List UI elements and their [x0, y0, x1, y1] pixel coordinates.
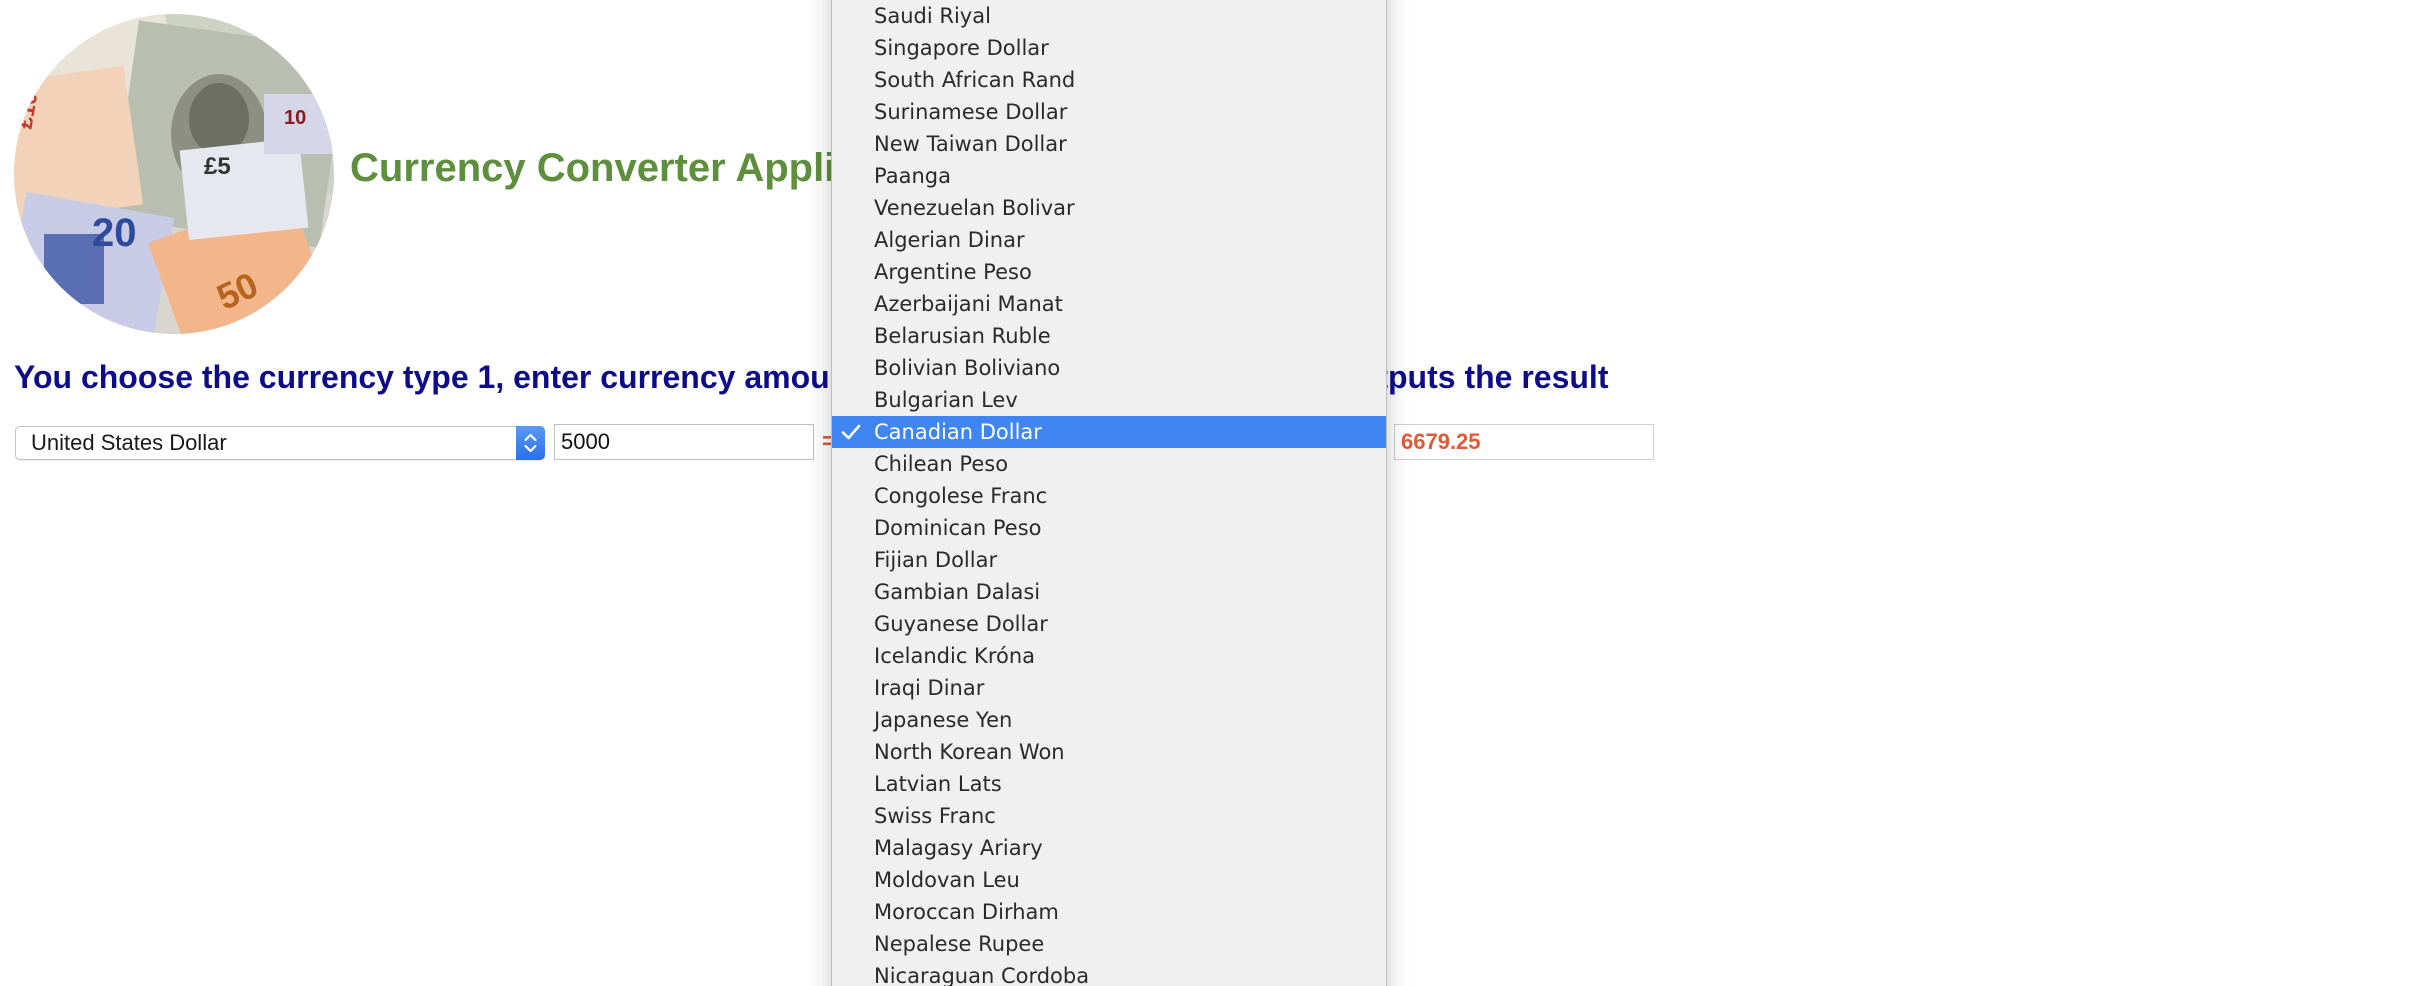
dropdown-option[interactable]: Venezuelan Bolivar	[832, 192, 1386, 224]
dropdown-option[interactable]: Chilean Peso	[832, 448, 1386, 480]
dropdown-option-label: Saudi Riyal	[874, 4, 991, 28]
dropdown-option-label: North Korean Won	[874, 740, 1065, 764]
dropdown-option-label: Moldovan Leu	[874, 868, 1020, 892]
dropdown-option[interactable]: Paanga	[832, 160, 1386, 192]
select-stepper-icon[interactable]	[516, 426, 545, 460]
dropdown-option-label: Malagasy Ariary	[874, 836, 1043, 860]
dropdown-option[interactable]: Singapore Dollar	[832, 32, 1386, 64]
dropdown-option[interactable]: Guyanese Dollar	[832, 608, 1386, 640]
dropdown-option[interactable]: New Taiwan Dollar	[832, 128, 1386, 160]
from-currency-select[interactable]: United States Dollar	[15, 426, 545, 460]
dropdown-option-label: Surinamese Dollar	[874, 100, 1068, 124]
dropdown-option-label: Singapore Dollar	[874, 36, 1049, 60]
from-currency-value: United States Dollar	[31, 430, 227, 455]
dropdown-option[interactable]: Surinamese Dollar	[832, 96, 1386, 128]
dropdown-option[interactable]: Malagasy Ariary	[832, 832, 1386, 864]
dropdown-option-label: Iraqi Dinar	[874, 676, 985, 700]
dropdown-option[interactable]: Dominican Peso	[832, 512, 1386, 544]
logo-note-label-4: 10	[284, 107, 306, 129]
dropdown-option-label: Belarusian Ruble	[874, 324, 1051, 348]
dropdown-option-label: New Taiwan Dollar	[874, 132, 1067, 156]
dropdown-option-label: Azerbaijani Manat	[874, 292, 1063, 316]
logo-note-label-3: £5	[204, 153, 231, 180]
dropdown-option-label: Gambian Dalasi	[874, 580, 1041, 604]
dropdown-option-label: Japanese Yen	[874, 708, 1013, 732]
to-currency-options-list: Romanian LeuSaudi RiyalSingapore DollarS…	[832, 0, 1386, 986]
banknotes-collage-icon: £10 20 £5 10 50	[14, 14, 334, 334]
dropdown-option[interactable]: Fijian Dollar	[832, 544, 1386, 576]
dropdown-option[interactable]: Moroccan Dirham	[832, 896, 1386, 928]
amount-input[interactable]	[554, 424, 814, 460]
dropdown-option-label: Canadian Dollar	[874, 420, 1042, 444]
dropdown-option[interactable]: Saudi Riyal	[832, 0, 1386, 32]
dropdown-option[interactable]: Algerian Dinar	[832, 224, 1386, 256]
dropdown-option-label: Bulgarian Lev	[874, 388, 1018, 412]
dropdown-option[interactable]: Nepalese Rupee	[832, 928, 1386, 960]
dropdown-option[interactable]: North Korean Won	[832, 736, 1386, 768]
dropdown-option[interactable]: Gambian Dalasi	[832, 576, 1386, 608]
dropdown-option[interactable]: Belarusian Ruble	[832, 320, 1386, 352]
dropdown-option-label: Paanga	[874, 164, 951, 188]
dropdown-option-label: Algerian Dinar	[874, 228, 1025, 252]
dropdown-option[interactable]: Congolese Franc	[832, 480, 1386, 512]
dropdown-option-label: Chilean Peso	[874, 452, 1009, 476]
dropdown-option-label: Fijian Dollar	[874, 548, 998, 572]
result-output: 6679.25	[1394, 424, 1654, 460]
dropdown-option-label: Moroccan Dirham	[874, 900, 1059, 924]
dropdown-option-selected[interactable]: Canadian Dollar	[832, 416, 1386, 448]
dropdown-option-label: Dominican Peso	[874, 516, 1042, 540]
dropdown-option-label: Guyanese Dollar	[874, 612, 1048, 636]
dropdown-option[interactable]: Iraqi Dinar	[832, 672, 1386, 704]
dropdown-option-label: Latvian Lats	[874, 772, 1002, 796]
dropdown-option[interactable]: Azerbaijani Manat	[832, 288, 1386, 320]
dropdown-option[interactable]: Latvian Lats	[832, 768, 1386, 800]
dropdown-option[interactable]: Nicaraguan Cordoba	[832, 960, 1386, 986]
dropdown-option-label: Venezuelan Bolivar	[874, 196, 1075, 220]
dropdown-option[interactable]: Japanese Yen	[832, 704, 1386, 736]
checkmark-icon	[841, 424, 861, 440]
dropdown-option-label: South African Rand	[874, 68, 1076, 92]
dropdown-option[interactable]: Icelandic Króna	[832, 640, 1386, 672]
dropdown-option-label: Nepalese Rupee	[874, 932, 1045, 956]
dropdown-option[interactable]: Swiss Franc	[832, 800, 1386, 832]
dropdown-option-label: Swiss Franc	[874, 804, 996, 828]
dropdown-option-label: Bolivian Boliviano	[874, 356, 1061, 380]
dropdown-option-label: Icelandic Króna	[874, 644, 1036, 668]
dropdown-option[interactable]: Moldovan Leu	[832, 864, 1386, 896]
logo-note-label-2: 20	[92, 211, 137, 255]
to-currency-dropdown-menu[interactable]: Romanian LeuSaudi RiyalSingapore DollarS…	[831, 0, 1387, 986]
page: £10 20 £5 10 50 Currency Converter Appli…	[0, 0, 2412, 986]
dropdown-option[interactable]: Bulgarian Lev	[832, 384, 1386, 416]
currency-logo-image: £10 20 £5 10 50	[14, 14, 334, 334]
dropdown-option-label: Argentine Peso	[874, 260, 1032, 284]
dropdown-option-label: Nicaraguan Cordoba	[874, 964, 1090, 986]
dropdown-option-label: Congolese Franc	[874, 484, 1048, 508]
dropdown-option[interactable]: Bolivian Boliviano	[832, 352, 1386, 384]
dropdown-option[interactable]: Argentine Peso	[832, 256, 1386, 288]
dropdown-option[interactable]: South African Rand	[832, 64, 1386, 96]
